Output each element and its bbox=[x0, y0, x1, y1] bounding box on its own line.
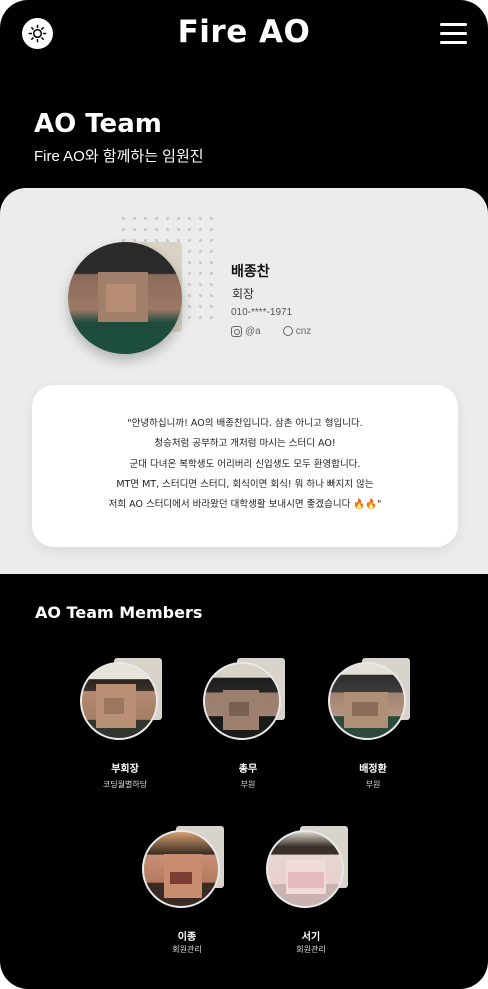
member-role: 회원관리 bbox=[172, 945, 202, 954]
github-icon[interactable] bbox=[282, 326, 293, 336]
blurred-face-detail bbox=[229, 702, 249, 716]
member-name: 부회장 bbox=[111, 764, 139, 775]
github-handle[interactable]: cnz bbox=[296, 326, 312, 337]
member-name: 이종 bbox=[177, 932, 197, 943]
member-avatar bbox=[203, 662, 281, 740]
member-name: 총무 bbox=[238, 764, 258, 775]
hamburger-menu-icon[interactable] bbox=[440, 23, 467, 45]
face-mask bbox=[288, 872, 324, 888]
page-title: AO Team bbox=[34, 109, 162, 139]
top-navbar: Fire AO bbox=[0, 0, 488, 70]
blurred-face-detail bbox=[170, 872, 192, 884]
blurred-face-detail bbox=[352, 702, 378, 716]
shirt bbox=[68, 330, 182, 354]
member-card[interactable]: 총무 부원 bbox=[203, 658, 293, 798]
quote-line: 저희 AO 스터디에서 바라왔던 대학생활 보내시면 좋겠습니다 🔥🔥" bbox=[108, 499, 382, 511]
blurred-face-detail bbox=[106, 284, 136, 312]
quote-line: 군대 다녀온 복학생도 어리버리 신입생도 모두 환영합니다. bbox=[129, 458, 361, 470]
instagram-icon[interactable] bbox=[231, 325, 242, 337]
member-role: 부원 bbox=[365, 780, 381, 789]
leader-social-links: @a cnz bbox=[231, 324, 333, 338]
leader-avatar bbox=[68, 242, 186, 354]
member-card[interactable]: 이종 회원관리 bbox=[142, 826, 232, 966]
member-avatar bbox=[266, 830, 344, 908]
member-card[interactable]: 배정환 부원 bbox=[328, 658, 418, 798]
leader-quote-card: "안녕하십니까! AO의 배종찬입니다. 삼촌 아니고 형입니다. 청승처럼 공… bbox=[32, 385, 458, 547]
member-avatar bbox=[328, 662, 406, 740]
page-subtitle: Fire AO와 함께하는 임원진 bbox=[34, 148, 204, 165]
leader-section: 배종찬 회장 010-****-1971 @a cnz "안녕하십니까! AO의… bbox=[0, 188, 488, 574]
quote-line: "안녕하십니까! AO의 배종찬입니다. 삼촌 아니고 형입니다. bbox=[127, 418, 363, 429]
member-card[interactable]: 서기 회원관리 bbox=[266, 826, 356, 966]
leader-name: 배종찬 bbox=[231, 263, 270, 279]
members-section-title: AO Team Members bbox=[35, 603, 203, 622]
leader-role: 회장 bbox=[232, 287, 255, 301]
quote-line: MT면 MT, 스터디면 스터디, 회식이면 회식! 뭐 하나 빠지지 않는 bbox=[116, 478, 374, 490]
blurred-face-detail bbox=[104, 698, 124, 714]
member-card[interactable]: 부회장 코딩월별하당 bbox=[80, 658, 170, 798]
leader-phone: 010-****-1971 bbox=[231, 307, 293, 318]
app-screen: Fire AO AO Team Fire AO와 함께하는 임원진 배종찬 회장… bbox=[0, 0, 488, 989]
member-avatar bbox=[80, 662, 158, 740]
member-role: 부원 bbox=[240, 780, 256, 789]
member-name: 배정환 bbox=[359, 764, 387, 775]
member-name: 서기 bbox=[301, 932, 321, 943]
member-role: 회원관리 bbox=[296, 945, 326, 954]
member-role: 코딩월별하당 bbox=[102, 780, 148, 789]
member-avatar bbox=[142, 830, 220, 908]
instagram-handle[interactable]: @a bbox=[245, 326, 261, 337]
quote-line: 청승처럼 공부하고 개처럼 마시는 스터디 AO! bbox=[154, 438, 336, 450]
brand-logo-text[interactable]: Fire AO bbox=[0, 14, 488, 50]
leader-photo bbox=[68, 242, 182, 354]
